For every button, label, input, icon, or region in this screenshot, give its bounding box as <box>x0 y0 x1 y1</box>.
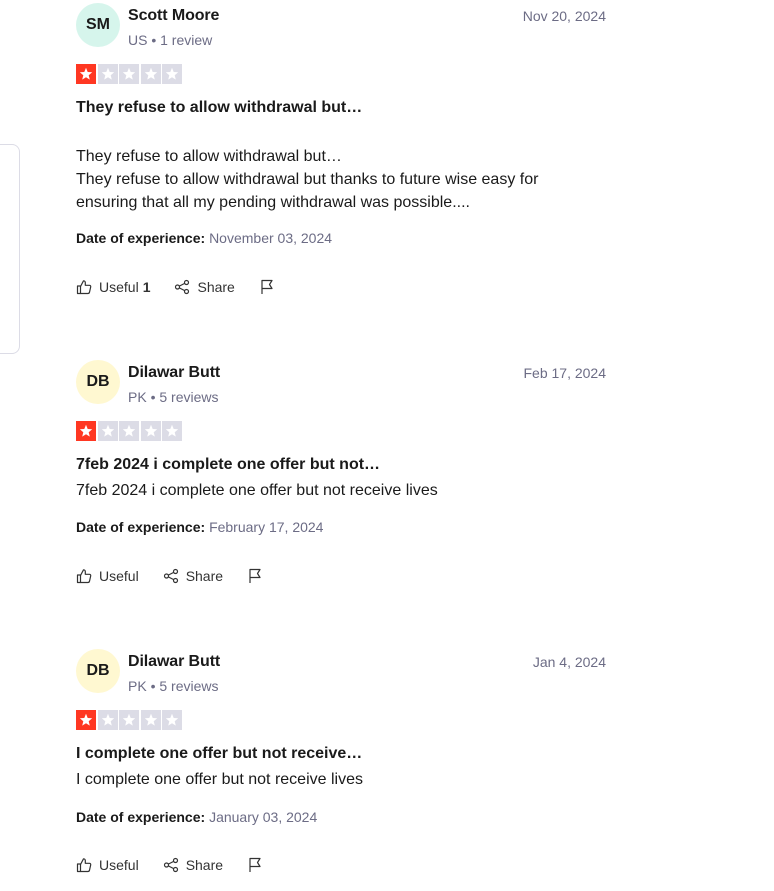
flag-icon <box>247 857 263 873</box>
avatar[interactable]: DB <box>76 649 120 693</box>
share-button[interactable]: Share <box>174 279 235 295</box>
star-icon <box>97 710 118 730</box>
share-label: Share <box>197 279 235 295</box>
star-icon <box>76 710 96 730</box>
star-icon <box>97 64 118 84</box>
review-body: 7feb 2024 i complete one offer but not r… <box>76 479 576 502</box>
share-icon <box>163 568 179 584</box>
review-title[interactable]: 7feb 2024 i complete one offer but not… <box>76 456 380 474</box>
share-label: Share <box>185 857 224 873</box>
avatar[interactable]: DB <box>76 360 120 404</box>
review-body-line: They refuse to allow withdrawal but than… <box>76 171 539 188</box>
review-actions: Useful Share <box>76 857 287 873</box>
star-icon <box>162 64 182 84</box>
reviewer-name[interactable]: Scott Moore <box>128 7 219 25</box>
thumbs-up-icon <box>76 568 92 584</box>
review-body-line: They refuse to allow withdrawal but… <box>76 148 342 165</box>
star-icon <box>97 421 118 441</box>
review-body-line: 7feb 2024 i complete one offer but not r… <box>76 482 438 499</box>
reviewer-name[interactable]: Dilawar Butt <box>128 653 220 671</box>
review-date: Jan 4, 2024 <box>532 654 606 670</box>
star-icon <box>76 421 96 441</box>
useful-button[interactable]: Useful 1 <box>76 279 150 295</box>
review-body: They refuse to allow withdrawal but… The… <box>76 145 576 214</box>
review-body-line: I complete one offer but not receive liv… <box>76 771 363 788</box>
share-icon <box>163 857 179 873</box>
review-date: Nov 20, 2024 <box>522 8 606 24</box>
avatar[interactable]: SM <box>76 3 120 47</box>
star-rating <box>76 64 182 84</box>
date-of-experience-value: February 17, 2024 <box>209 519 324 535</box>
report-button[interactable] <box>259 279 275 295</box>
star-rating <box>76 710 182 730</box>
review-title[interactable]: I complete one offer but not receive… <box>76 745 362 763</box>
useful-button[interactable]: Useful <box>76 857 139 873</box>
reviewer-name[interactable]: Dilawar Butt <box>128 364 220 382</box>
review-date: Feb 17, 2024 <box>523 365 606 381</box>
review-actions: Useful 1 Share <box>76 279 299 295</box>
useful-label: Useful <box>99 279 139 295</box>
star-icon <box>119 421 139 441</box>
report-button[interactable] <box>247 568 263 584</box>
star-icon <box>76 64 96 84</box>
useful-label: Useful <box>99 568 139 584</box>
star-icon <box>140 64 161 84</box>
flag-icon <box>247 568 263 584</box>
share-label: Share <box>185 568 224 584</box>
date-of-experience: Date of experience: November 03, 2024 <box>76 230 332 246</box>
report-button[interactable] <box>247 857 263 873</box>
reviewer-meta: PK • 5 reviews <box>128 678 219 694</box>
thumbs-up-icon <box>76 279 92 295</box>
share-icon <box>174 279 190 295</box>
review-title[interactable]: They refuse to allow withdrawal but… <box>76 99 362 117</box>
star-icon <box>162 421 182 441</box>
review-body: I complete one offer but not receive liv… <box>76 768 576 791</box>
share-button[interactable]: Share <box>163 568 223 584</box>
date-of-experience-value: November 03, 2024 <box>209 230 333 246</box>
date-of-experience: Date of experience: January 03, 2024 <box>76 809 317 825</box>
reviewer-meta: US • 1 review <box>128 32 213 48</box>
star-rating <box>76 421 182 441</box>
review-body-line: ensuring that all my pending withdrawal … <box>76 194 470 211</box>
date-of-experience-label: Date of experience: <box>76 230 206 246</box>
useful-label: Useful <box>99 857 139 873</box>
useful-button[interactable]: Useful <box>76 568 139 584</box>
review-actions: Useful Share <box>76 568 287 584</box>
star-icon <box>140 421 161 441</box>
share-button[interactable]: Share <box>163 857 223 873</box>
date-of-experience-label: Date of experience: <box>76 809 206 825</box>
useful-count: 1 <box>142 279 151 295</box>
date-of-experience-label: Date of experience: <box>76 519 206 535</box>
star-icon <box>140 710 161 730</box>
flag-icon <box>259 279 275 295</box>
side-panel-edge <box>0 144 20 354</box>
star-icon <box>162 710 182 730</box>
star-icon <box>119 710 139 730</box>
thumbs-up-icon <box>76 857 92 873</box>
date-of-experience: Date of experience: February 17, 2024 <box>76 519 323 535</box>
date-of-experience-value: January 03, 2024 <box>209 809 318 825</box>
star-icon <box>119 64 139 84</box>
reviewer-meta: PK • 5 reviews <box>128 389 219 405</box>
